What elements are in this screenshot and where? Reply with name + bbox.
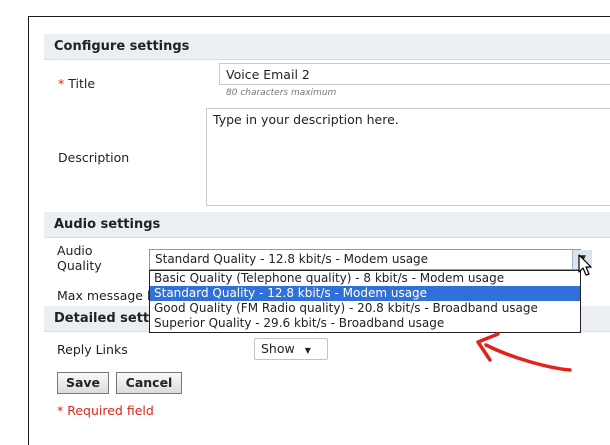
title-input[interactable]: Voice Email 2: [219, 63, 610, 85]
required-field-text: Required field: [67, 403, 154, 418]
reply-links-label: Reply Links: [57, 342, 128, 357]
title-label: * Title: [58, 76, 95, 91]
required-asterisk: *: [57, 403, 64, 418]
audio-quality-option[interactable]: Basic Quality (Telephone quality) - 8 kb…: [150, 271, 580, 286]
audio-settings-header: Audio settings: [44, 212, 610, 238]
reply-links-value: Show: [261, 341, 295, 356]
configure-settings-header: Configure settings: [44, 34, 610, 60]
save-button[interactable]: Save: [57, 372, 109, 394]
description-textarea[interactable]: Type in your description here.: [206, 108, 610, 206]
audio-quality-label-line2: Quality: [57, 258, 102, 273]
audio-quality-dropdown: Basic Quality (Telephone quality) - 8 kb…: [149, 270, 581, 333]
audio-quality-label-line1: Audio: [57, 243, 93, 258]
reply-links-select[interactable]: Show ▼: [254, 338, 328, 360]
max-message-label: Max message l: [57, 288, 151, 303]
audio-quality-label: Audio Quality: [57, 243, 102, 273]
audio-quality-option-selected[interactable]: Standard Quality - 12.8 kbit/s - Modem u…: [150, 286, 580, 301]
audio-quality-option[interactable]: Good Quality (FM Radio quality) - 20.8 k…: [150, 301, 580, 316]
title-hint: 80 characters maximum: [226, 88, 337, 98]
required-field-note: * Required field: [57, 403, 154, 418]
chevron-down-icon: ▼: [304, 346, 311, 355]
cancel-button[interactable]: Cancel: [116, 372, 182, 394]
required-asterisk: *: [58, 76, 65, 91]
description-label: Description: [58, 150, 130, 165]
audio-quality-select[interactable]: Standard Quality - 12.8 kbit/s - Modem u…: [149, 249, 581, 270]
mouse-cursor-icon: [578, 254, 592, 276]
title-label-text: Title: [68, 76, 96, 91]
annotation-arrow-icon: [476, 332, 572, 372]
